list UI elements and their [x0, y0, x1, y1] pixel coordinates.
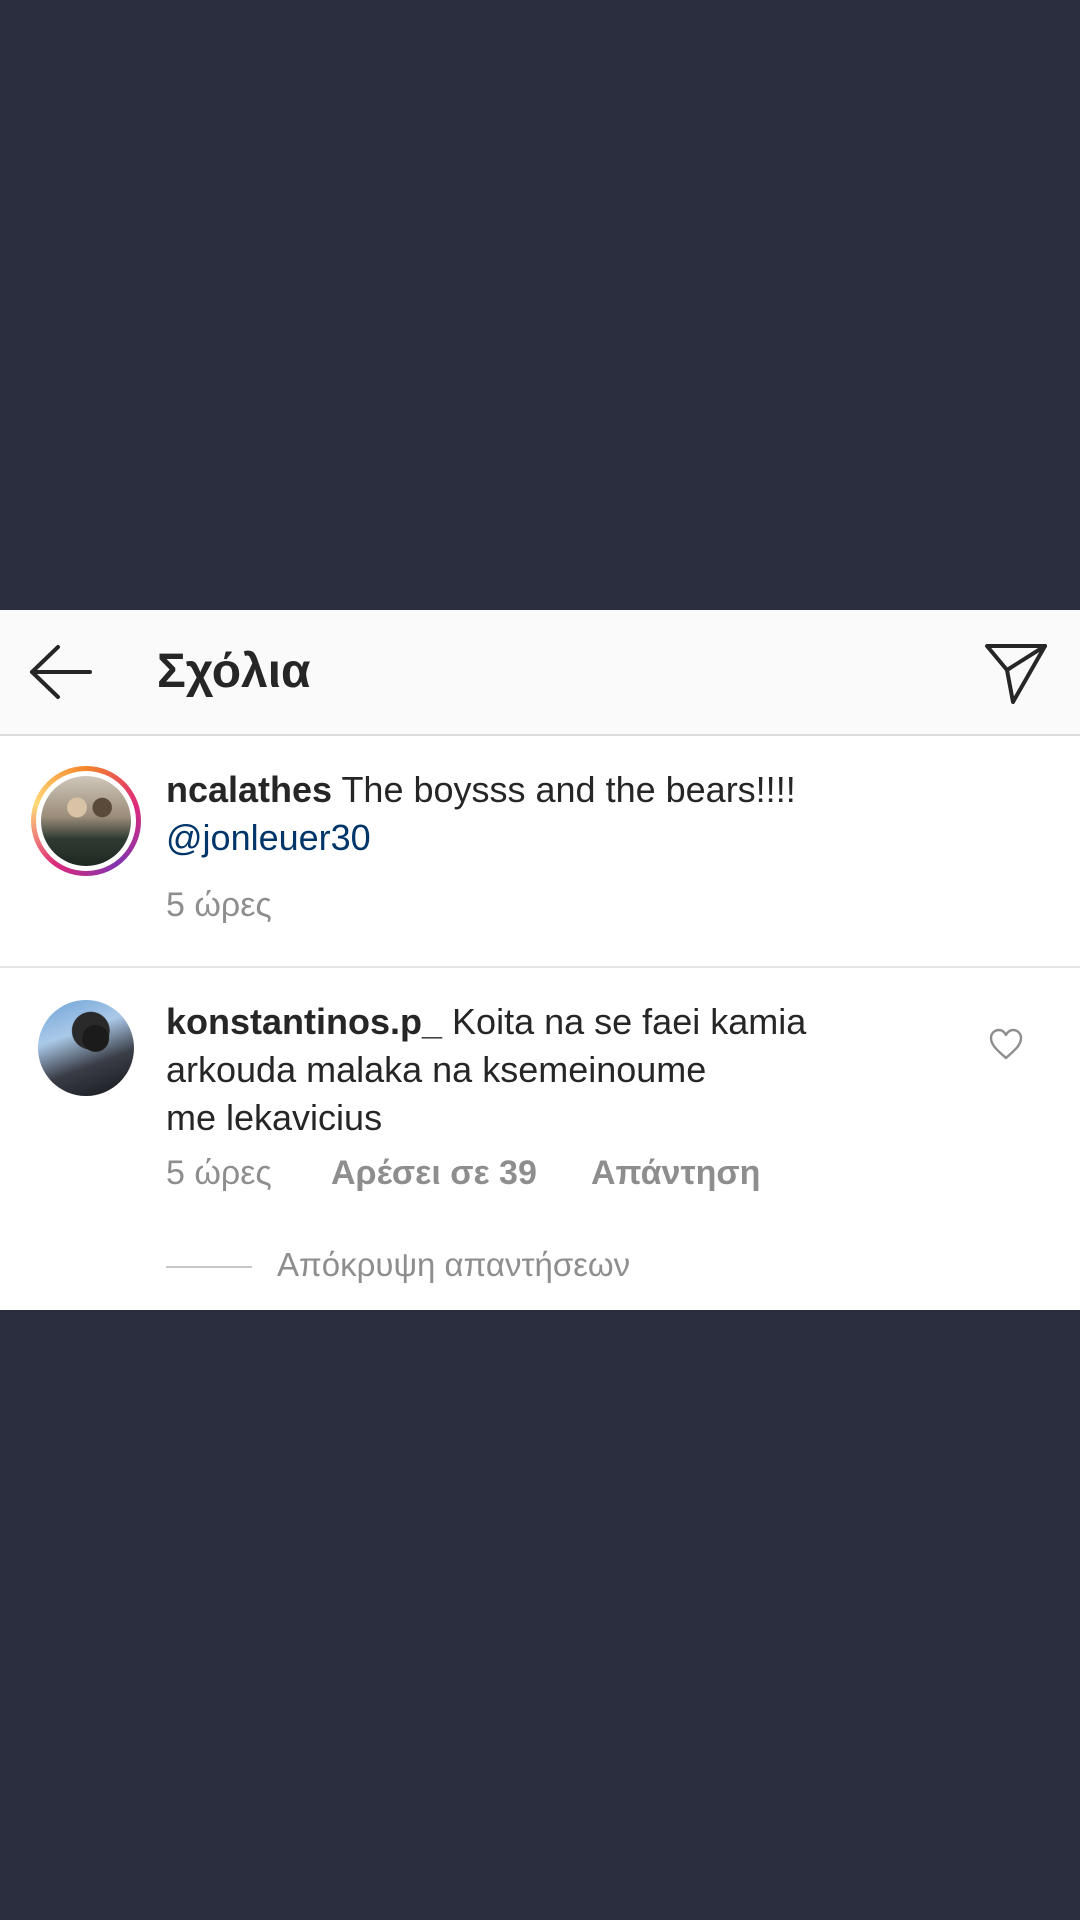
comment-line-2: arkouda malaka na ksemeinoume [166, 1049, 707, 1090]
divider-line [166, 1266, 252, 1268]
heart-icon[interactable] [989, 1028, 1023, 1062]
avatar[interactable] [41, 776, 131, 866]
comment-time: 5 ώρες [166, 1154, 272, 1192]
likes-label[interactable]: Αρέσει σε 39 [331, 1154, 537, 1192]
comment-text: konstantinos.p_ Koita na se faei kamia a… [166, 998, 966, 1142]
reply-label[interactable]: Απάντηση [591, 1154, 760, 1192]
commenter-avatar[interactable] [38, 1000, 134, 1096]
hide-replies-button[interactable]: Απόκρυψη απαντήσεων [277, 1246, 630, 1284]
page-title: Σχόλια [157, 645, 311, 698]
caption-text: ncalathes The boysss and the bears!!!! @… [166, 766, 1046, 862]
likes-count[interactable]: Αρέσει σε 39 [331, 1154, 537, 1193]
top-bar: Σχόλια [0, 610, 1080, 736]
reply-button[interactable]: Απάντηση [591, 1154, 760, 1193]
comment-line-3: me lekavicius [166, 1097, 383, 1138]
caption-username[interactable]: ncalathes [166, 769, 332, 810]
comment-line-1: Koita na se faei kamia [452, 1001, 807, 1042]
comment-username[interactable]: konstantinos.p_ [166, 1001, 442, 1042]
comments-panel: Σχόλια ncalathes The boysss and the bear… [0, 610, 1080, 1310]
post-caption: ncalathes The boysss and the bears!!!! @… [0, 736, 1080, 968]
caption-body: The boysss and the bears!!!! [341, 769, 796, 810]
story-ring[interactable] [31, 766, 141, 876]
paper-plane-icon[interactable] [983, 640, 1049, 706]
caption-time: 5 ώρες [166, 886, 272, 924]
arrow-left-icon[interactable] [28, 642, 94, 702]
caption-mention[interactable]: @jonleuer30 [166, 817, 371, 858]
